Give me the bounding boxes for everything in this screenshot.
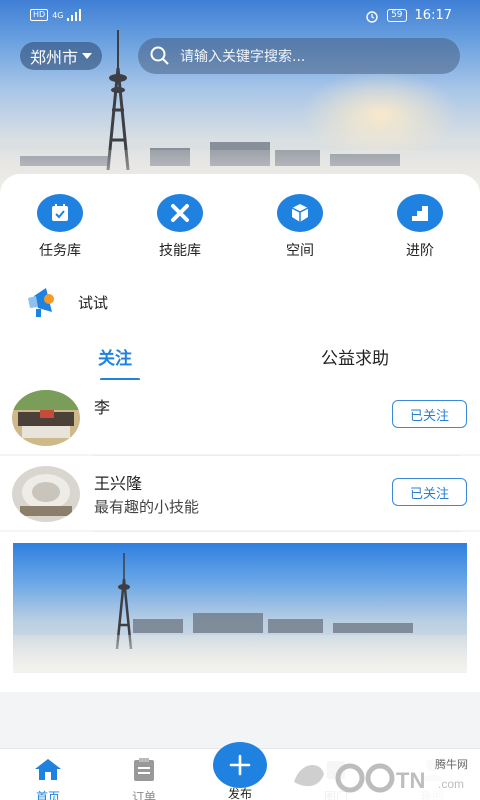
hd-badge: HD [30, 9, 49, 21]
quick-action-label: 任务库 [39, 243, 81, 259]
main-card: 任务库 技能库 空间 进阶 试试 关注 公益求助 [0, 174, 480, 381]
watermark-site-name: 腾牛网 [435, 758, 468, 771]
quick-action-label: 进阶 [406, 243, 434, 259]
signal-icon [67, 9, 82, 21]
home-icon [35, 759, 61, 780]
notice-text: 试试 [78, 293, 109, 312]
nav-label: 订单 [131, 790, 156, 800]
followed-button[interactable]: 已关注 [392, 400, 467, 428]
list-item[interactable]: 王兴隆 最有趣的小技能 已关注 [0, 456, 480, 532]
site-watermark: TN .com 腾牛网 [290, 752, 480, 800]
search-icon [150, 46, 169, 65]
followed-button[interactable]: 已关注 [392, 478, 467, 506]
task-icon [37, 194, 83, 232]
quick-action-skill-library[interactable]: 技能库 [120, 194, 240, 260]
plus-icon [229, 754, 251, 776]
city-selector[interactable]: 郑州市 [20, 42, 103, 70]
clipboard-icon [134, 758, 154, 781]
notice-bar[interactable]: 试试 [22, 282, 108, 322]
search-input[interactable]: 请输入关键字搜索... [138, 38, 460, 74]
user-name: 王兴隆 [94, 474, 143, 493]
megaphone-icon [28, 288, 54, 317]
user-name: 李 [94, 398, 111, 417]
promo-banner[interactable] [13, 543, 467, 673]
publish-label: 发布 [227, 787, 252, 800]
alarm-icon [366, 10, 378, 23]
search-placeholder: 请输入关键字搜索... [180, 49, 306, 65]
svg-text:.com: .com [438, 777, 464, 791]
sun-glow [300, 70, 460, 160]
publish-button[interactable] [213, 742, 267, 788]
list-item[interactable]: 李 已关注 [0, 380, 480, 456]
avatar [12, 466, 80, 522]
svg-text:TN: TN [396, 768, 425, 793]
quick-action-advance[interactable]: 进阶 [360, 194, 480, 260]
nav-home[interactable]: 首页 [8, 757, 88, 800]
quick-action-label: 空间 [286, 243, 314, 259]
cube-icon [277, 194, 323, 232]
nav-orders[interactable]: 订单 [104, 757, 184, 800]
clock: 16:17 [414, 8, 452, 23]
quick-action-task-library[interactable]: 任务库 [0, 194, 120, 260]
avatar [12, 390, 80, 446]
skill-icon [157, 194, 203, 232]
signal-label: 4G [52, 10, 64, 20]
chevron-down-icon [82, 53, 93, 59]
status-bar: HD 4G 59 16:17 [0, 0, 480, 32]
nav-label: 首页 [35, 790, 60, 800]
quick-action-space[interactable]: 空间 [240, 194, 360, 260]
tv-tower-image [106, 30, 130, 170]
battery-indicator: 59 [387, 9, 407, 22]
tab-following[interactable]: 关注 [98, 344, 132, 369]
quick-action-label: 技能库 [159, 243, 201, 259]
user-subtitle: 最有趣的小技能 [94, 498, 200, 516]
city-label: 郑州市 [30, 48, 79, 67]
stairs-icon [397, 194, 443, 232]
tab-charity-help[interactable]: 公益求助 [321, 344, 389, 369]
